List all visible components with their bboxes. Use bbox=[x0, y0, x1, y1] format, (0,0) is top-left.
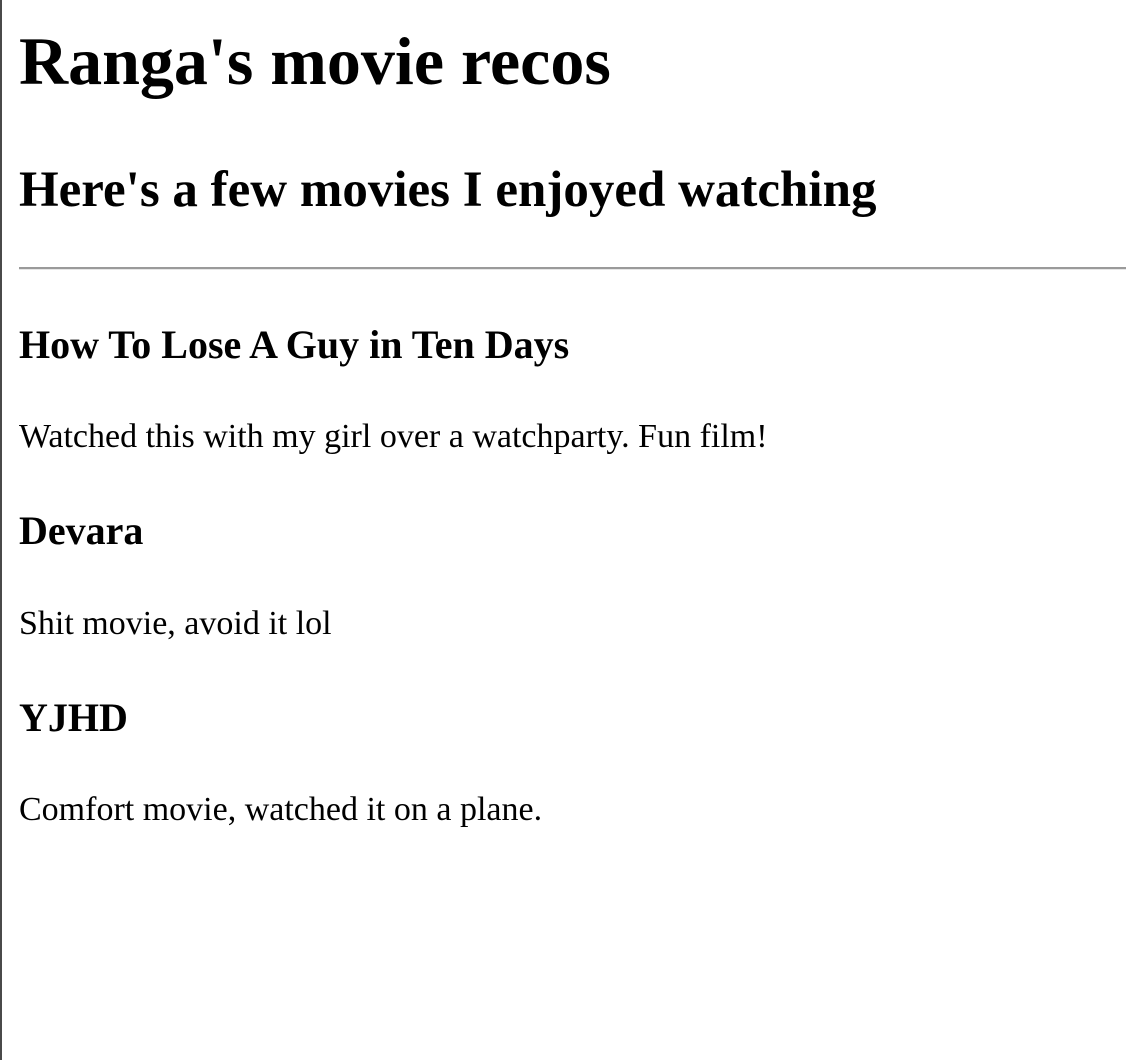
window-left-border bbox=[0, 0, 2, 1060]
page-title: Ranga's movie recos bbox=[19, 23, 611, 99]
page-subtitle: Here's a few movies I enjoyed watching bbox=[19, 162, 877, 218]
movie-note: Shit movie, avoid it lol bbox=[19, 605, 332, 642]
movie-note: Watched this with my girl over a watchpa… bbox=[19, 418, 768, 455]
movie-note: Comfort movie, watched it on a plane. bbox=[19, 791, 543, 828]
movie-title: YJHD bbox=[19, 695, 128, 740]
movie-title: How To Lose A Guy in Ten Days bbox=[19, 322, 570, 367]
movie-title: Devara bbox=[19, 508, 144, 553]
section-divider bbox=[19, 267, 1126, 270]
